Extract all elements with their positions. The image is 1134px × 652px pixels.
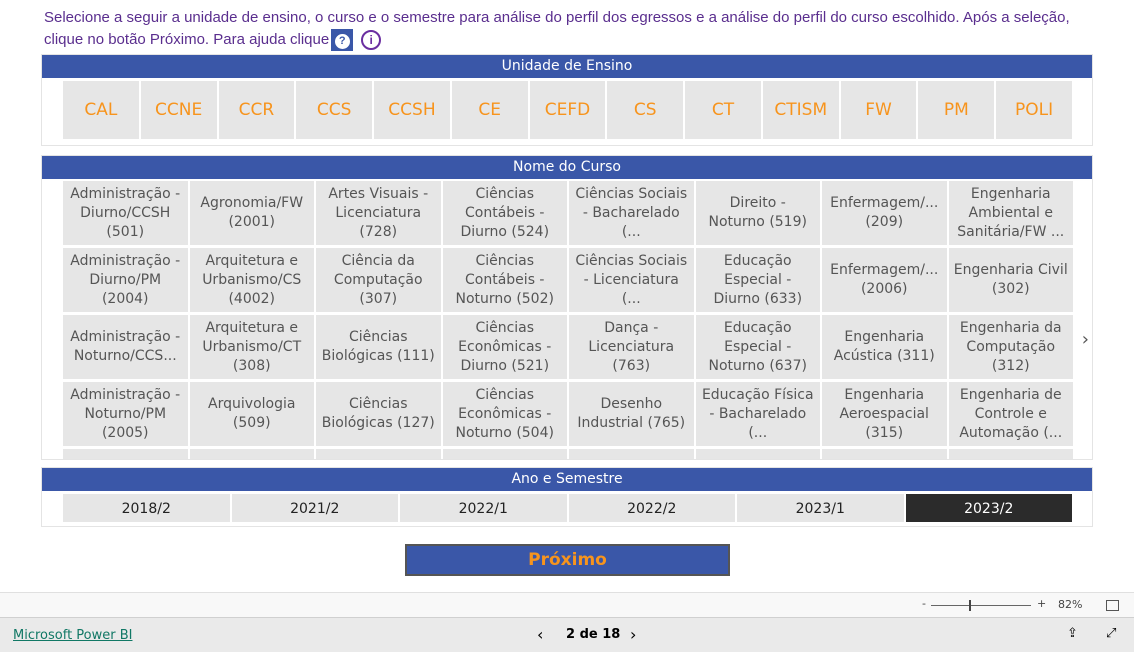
course-item[interactable]	[569, 449, 694, 459]
course-item[interactable]: Artes Visuais - Licenciatura (728)	[316, 181, 441, 245]
unit-button[interactable]: CS	[607, 81, 684, 139]
course-item[interactable]: Educação	[695, 449, 820, 459]
course-header: Nome do Curso	[42, 156, 1092, 179]
unit-header: Unidade de Ensino	[42, 55, 1092, 78]
help-button[interactable]: ?	[331, 29, 354, 52]
unit-button[interactable]: CTISM	[762, 81, 839, 139]
course-item[interactable]: Ciências Contábeis - Diurno (524)	[442, 181, 567, 245]
unit-button[interactable]: CCNE	[140, 81, 217, 139]
course-item[interactable]: Engenharia de Controle e Automação (...	[948, 382, 1073, 446]
info-icon[interactable]: i	[361, 30, 382, 51]
course-item[interactable]: Administração - Diurno/CCSH (501)	[63, 181, 188, 245]
course-item[interactable]: Arquivologia (509)	[189, 382, 314, 446]
year-button[interactable]: 2021/2	[231, 494, 398, 522]
course-item[interactable]: Ciências	[316, 449, 441, 459]
zoom-in-button[interactable]: +	[1037, 597, 1046, 610]
question-icon: ?	[334, 34, 350, 50]
course-item[interactable]: Ciências Econômicas - Noturno (504)	[442, 382, 567, 446]
course-item[interactable]: Ciências Biológicas (111)	[316, 315, 441, 379]
course-item[interactable]	[63, 449, 188, 459]
course-item[interactable]: Educação Física - Bacharelado (...	[695, 382, 820, 446]
year-panel: Ano e Semestre 2018/2 2021/2 2022/1 2022/2 2…	[41, 467, 1093, 527]
course-item[interactable]: Engenharia Aeroespacial (315)	[822, 382, 947, 446]
course-item[interactable]: Engenharia	[822, 449, 947, 459]
unit-button[interactable]: CAL	[63, 81, 139, 139]
course-item[interactable]: Ciências Sociais - Bacharelado (...	[569, 181, 694, 245]
chevron-right-icon[interactable]: ›	[1082, 329, 1089, 350]
course-item[interactable]: Dança - Licenciatura (763)	[569, 315, 694, 379]
unit-button[interactable]: CCR	[218, 81, 295, 139]
unit-button[interactable]: CCS	[296, 81, 373, 139]
instructions-text: Selecione a seguir a unidade de ensino, …	[44, 9, 1070, 48]
course-item[interactable]: Agronomia/FW (2001)	[189, 181, 314, 245]
course-item[interactable]: Engenharia Ambiental e Sanitária/FW ...	[948, 181, 1073, 245]
course-item[interactable]: Engenharia da Computação (312)	[948, 315, 1073, 379]
share-icon[interactable]: ⇪	[1067, 626, 1078, 641]
next-page-icon[interactable]: ›	[630, 625, 636, 644]
year-header: Ano e Semestre	[42, 468, 1092, 491]
year-button[interactable]: 2022/1	[400, 494, 567, 522]
zoom-level: 82%	[1058, 598, 1083, 611]
course-item[interactable]: Artes Visuais	[189, 449, 314, 459]
zoom-slider-handle[interactable]	[969, 600, 971, 611]
unit-button[interactable]: CCSH	[374, 81, 450, 139]
unit-button[interactable]: FW	[840, 81, 917, 139]
fit-page-icon[interactable]	[1106, 600, 1119, 611]
year-button[interactable]: 2018/2	[63, 494, 230, 522]
unit-button[interactable]: CE	[451, 81, 528, 139]
course-list[interactable]: Administração - Diurno/CCSH (501) Agronom…	[42, 179, 1092, 459]
course-item[interactable]: Administração - Noturno/CCS...	[63, 315, 188, 379]
course-item[interactable]: Enfermagem/... (2006)	[822, 248, 947, 312]
course-item[interactable]: Arquitetura e Urbanismo/CT (308)	[189, 315, 314, 379]
course-panel: Nome do Curso Administração - Diurno/CCS…	[41, 155, 1093, 460]
year-button[interactable]: 2022/2	[568, 494, 735, 522]
unit-button[interactable]: POLI	[996, 81, 1072, 139]
page-indicator: 2 de 18	[566, 627, 621, 642]
course-item[interactable]: Educação Especial - Noturno (637)	[695, 315, 820, 379]
zoom-slider[interactable]	[931, 605, 1031, 606]
year-button[interactable]: 2023/1	[737, 494, 904, 522]
unit-button[interactable]: CT	[685, 81, 761, 139]
course-item[interactable]: Educação Especial - Diurno (633)	[695, 248, 820, 312]
course-item[interactable]: Ciências	[442, 449, 567, 459]
unit-panel: Unidade de Ensino CAL CCNE CCR CCS CCSH CE CEF…	[41, 54, 1093, 146]
course-item[interactable]: Ciências Contábeis - Noturno (502)	[442, 248, 567, 312]
year-button[interactable]: 2023/2	[905, 494, 1072, 522]
instructions: Selecione a seguir a unidade de ensino, …	[44, 7, 1104, 52]
footer: Microsoft Power BI ‹ 2 de 18 › ⇪ ⤢	[0, 618, 1134, 652]
course-item[interactable]: Ciências Biológicas (127)	[316, 382, 441, 446]
prev-page-icon[interactable]: ‹	[537, 625, 543, 644]
course-item[interactable]: Direito - Noturno (519)	[695, 181, 820, 245]
course-item[interactable]: Arquitetura e Urbanismo/CS (4002)	[189, 248, 314, 312]
power-bi-link[interactable]: Microsoft Power BI	[13, 628, 132, 643]
course-item[interactable]: Desenho Industrial (765)	[569, 382, 694, 446]
course-item[interactable]: Administração - Noturno/PM (2005)	[63, 382, 188, 446]
course-item[interactable]: Ciências Econômicas - Diurno (521)	[442, 315, 567, 379]
course-item[interactable]: Enfermagem/... (209)	[822, 181, 947, 245]
next-button[interactable]: Próximo	[405, 544, 730, 576]
course-item[interactable]: Ciência da Computação (307)	[316, 248, 441, 312]
unit-button[interactable]: PM	[918, 81, 995, 139]
course-item[interactable]	[948, 449, 1073, 459]
course-item[interactable]: Administração - Diurno/PM (2004)	[63, 248, 188, 312]
course-item[interactable]: Ciências Sociais - Licenciatura (...	[569, 248, 694, 312]
fullscreen-icon[interactable]: ⤢	[1106, 626, 1116, 641]
unit-button[interactable]: CEFD	[529, 81, 606, 139]
zoom-bar: - + 82%	[0, 592, 1134, 618]
course-item[interactable]: Engenharia Civil (302)	[948, 248, 1073, 312]
zoom-out-button[interactable]: -	[922, 597, 926, 610]
course-item[interactable]: Engenharia Acústica (311)	[822, 315, 947, 379]
